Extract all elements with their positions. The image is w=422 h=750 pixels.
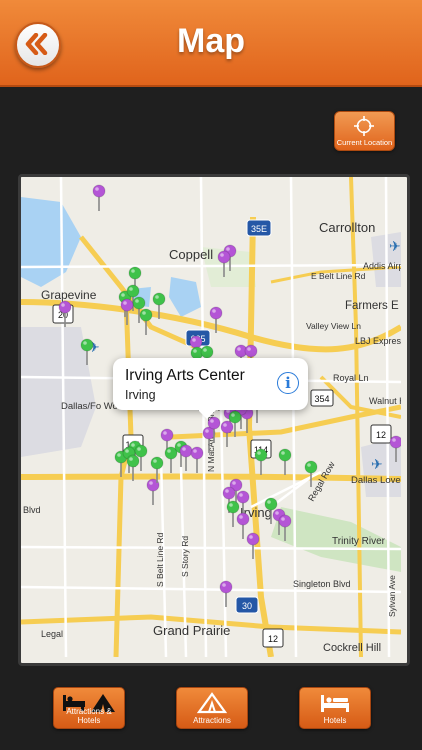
map-label-royal: Royal Ln [333, 373, 369, 383]
bed-icon [321, 695, 349, 712]
map-label-coppell: Coppell [169, 247, 213, 262]
highway-shield: 30 [235, 596, 259, 614]
crosshair-icon [354, 116, 374, 136]
map-label-s-belt-line: S Belt Line Rd [155, 532, 165, 587]
svg-text:30: 30 [242, 601, 252, 611]
header-bar: Map [0, 0, 422, 87]
map-label-walnut: Walnut Hill Ln [369, 396, 401, 406]
map-label-grand-prairie: Grand Prairie [153, 623, 230, 638]
highway-shield: 35E [246, 219, 272, 237]
map-callout[interactable]: Irving Arts Center Irving i [113, 358, 308, 419]
map-label-lbj: LBJ Express [355, 336, 401, 346]
current-location-button[interactable]: Current Location [334, 111, 395, 151]
map-label-addison-airport: Addis Airport [363, 261, 401, 271]
map-label-s-story: S Story Rd [180, 536, 190, 577]
tab-hotels[interactable]: Hotels [299, 687, 371, 729]
map-label-trinity: Trinity River [332, 536, 386, 547]
svg-text:12: 12 [376, 430, 386, 440]
map-label-farmers: Farmers E [345, 300, 399, 312]
map-label-legal[interactable]: Legal [41, 629, 63, 639]
highway-shield: 12 [262, 628, 284, 648]
map-label-blvd: Blvd [23, 505, 41, 515]
callout-subtitle: Irving [125, 388, 156, 402]
map-label-singleton: Singleton Blvd [293, 579, 351, 589]
map-label-dallas-love: Dallas Love Field (DAL) [351, 475, 401, 486]
map-view[interactable]: Carrollton Coppell Grapevine Addis Airpo… [18, 174, 410, 666]
highway-shield: 12 [370, 424, 392, 444]
tab-label: Attractions [193, 716, 231, 725]
page-title: Map [177, 22, 245, 60]
svg-text:12: 12 [268, 634, 278, 644]
tab-label: Hotels [323, 716, 347, 725]
svg-text:35E: 35E [251, 224, 267, 234]
current-location-label: Current Location [336, 138, 393, 147]
airplane-icon: ✈ [371, 456, 383, 472]
highway-shield: 354 [310, 389, 334, 407]
tent-icon [197, 692, 227, 714]
map-label-cockrell: Cockrell Hill [323, 642, 381, 654]
airplane-icon: ✈ [389, 238, 401, 254]
tab-attractions[interactable]: Attractions [176, 687, 248, 729]
map-label-carrollton: Carrollton [319, 220, 375, 235]
info-icon[interactable]: i [277, 372, 299, 394]
map-label-e-belt-line: E Belt Line Rd [311, 271, 366, 281]
map-label-sylvan: Sylvan Ave [387, 575, 397, 617]
tab-label: Attractions & Hotels [66, 707, 112, 725]
tab-attractions-hotels[interactable]: Attractions & Hotels [53, 687, 125, 729]
callout-title: Irving Arts Center [125, 367, 245, 384]
map-label-grapevine: Grapevine [41, 288, 97, 302]
map-label-valley-view: Valley View Ln [306, 321, 361, 331]
svg-text:354: 354 [314, 394, 329, 404]
